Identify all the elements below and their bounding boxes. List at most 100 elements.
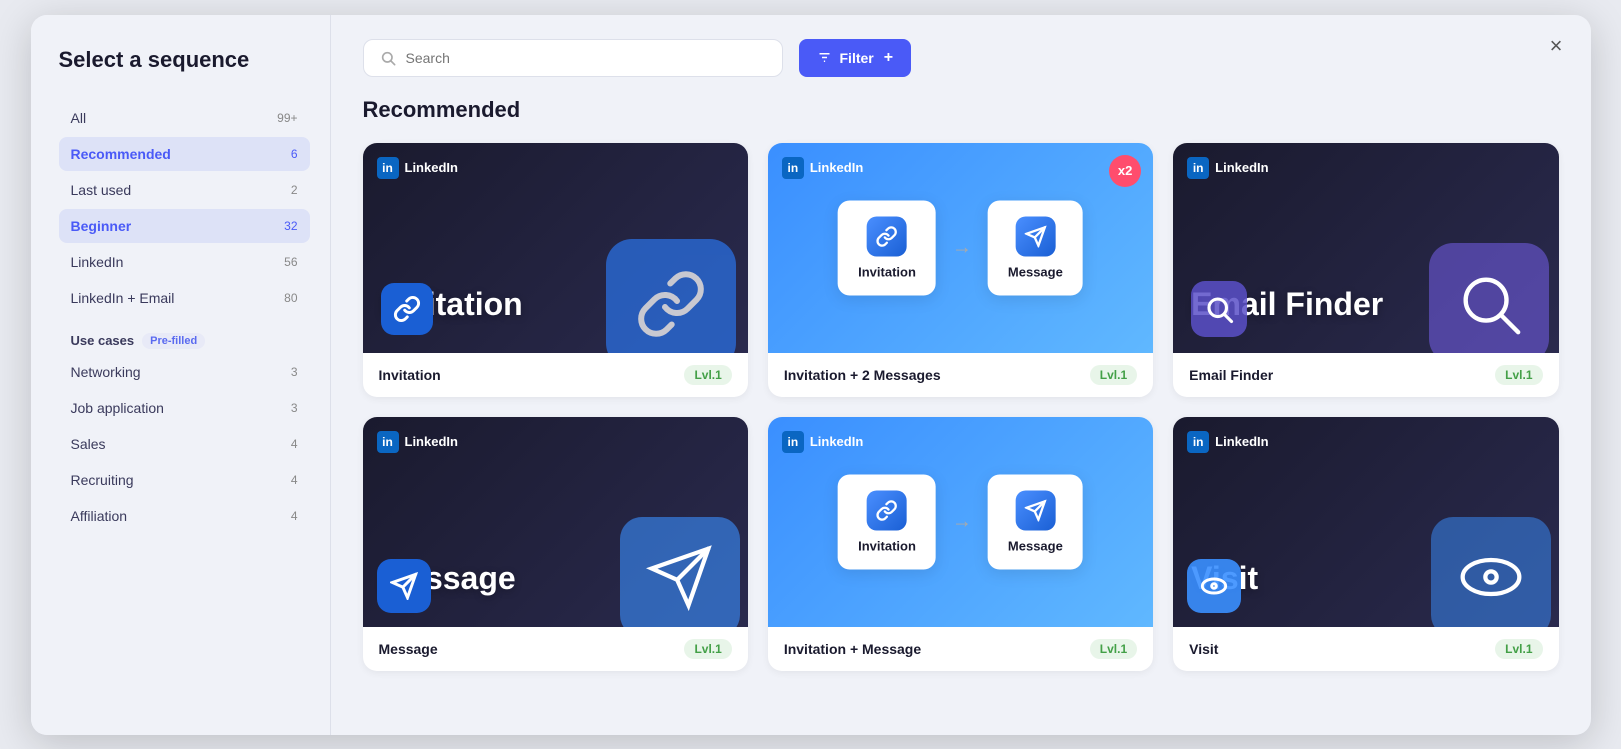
linkedin-label-5: LinkedIn	[810, 434, 863, 449]
step-card-message-2: Message	[988, 474, 1083, 569]
sidebar-item-affiliation[interactable]: Affiliation 4	[59, 499, 310, 533]
search-icon	[380, 50, 396, 66]
linkedin-icon-3: in	[1187, 157, 1209, 179]
sidebar-item-networking-label: Networking	[71, 364, 141, 380]
step-icon-message-2	[1015, 490, 1055, 530]
sidebar-item-linkedin-email-label: LinkedIn + Email	[71, 290, 175, 306]
linkedin-icon: in	[377, 157, 399, 179]
card-invitation-image: in LinkedIn Invitation	[363, 143, 748, 353]
step-card-message: Message	[988, 200, 1083, 295]
linkedin-tag-invmsg: in LinkedIn	[782, 431, 863, 453]
sidebar-item-beginner-count: 32	[284, 219, 297, 233]
search-box[interactable]	[363, 39, 783, 77]
search-input[interactable]	[406, 50, 766, 66]
sidebar-item-recommended[interactable]: Recommended 6	[59, 137, 310, 171]
sidebar-item-networking[interactable]: Networking 3	[59, 355, 310, 389]
step-icon-message	[1015, 216, 1055, 256]
sidebar-item-linkedin-count: 56	[284, 255, 297, 269]
sidebar-item-job-application[interactable]: Job application 3	[59, 391, 310, 425]
linkedin-icon-6: in	[1187, 431, 1209, 453]
chain-icon-small	[381, 283, 433, 335]
card-invitation-message[interactable]: in LinkedIn Invitation →	[768, 417, 1153, 671]
sidebar-item-recruiting-label: Recruiting	[71, 472, 134, 488]
card-invmsg-name: Invitation + Message	[784, 641, 921, 657]
modal: Select a sequence All 99+ Recommended 6 …	[31, 15, 1591, 735]
card-visit-level: Lvl.1	[1495, 639, 1542, 659]
email-finder-icon-large	[1429, 243, 1549, 353]
close-button[interactable]: ×	[1550, 35, 1563, 57]
linkedin-tag-invitation: in LinkedIn	[377, 157, 458, 179]
card-inv2msg-name: Invitation + 2 Messages	[784, 367, 941, 383]
card-inv2msg-level: Lvl.1	[1090, 365, 1137, 385]
step-icon-invitation-2	[867, 490, 907, 530]
card-invmsg-image: in LinkedIn Invitation →	[768, 417, 1153, 627]
card-invitation[interactable]: in LinkedIn Invitation Invitation Lvl	[363, 143, 748, 397]
sidebar-item-sales[interactable]: Sales 4	[59, 427, 310, 461]
message-icon-large	[620, 517, 740, 627]
sidebar: Select a sequence All 99+ Recommended 6 …	[31, 15, 331, 735]
card-visit[interactable]: in LinkedIn Visit Visit Lvl.1	[1173, 417, 1558, 671]
card-email-level: Lvl.1	[1495, 365, 1542, 385]
sidebar-item-last-used[interactable]: Last used 2	[59, 173, 310, 207]
linkedin-tag-email: in LinkedIn	[1187, 157, 1268, 179]
linkedin-icon-4: in	[377, 431, 399, 453]
linkedin-tag-inv2msg: in LinkedIn	[782, 157, 863, 179]
sidebar-item-linkedin-email[interactable]: LinkedIn + Email 80	[59, 281, 310, 315]
card-email-name: Email Finder	[1189, 367, 1273, 383]
linkedin-label-3: LinkedIn	[1215, 160, 1268, 175]
card-inv2msg-image: in LinkedIn x2 Invitation →	[768, 143, 1153, 353]
sidebar-item-beginner-label: Beginner	[71, 218, 132, 234]
card-invitation-name: Invitation	[379, 367, 441, 383]
linkedin-tag-visit: in LinkedIn	[1187, 431, 1268, 453]
main-content: Filter + Recommended in LinkedIn Invitat…	[331, 15, 1591, 735]
step-card-invitation: Invitation	[838, 200, 936, 295]
visit-icon-large	[1431, 517, 1551, 627]
step-message-label: Message	[1008, 264, 1063, 279]
sidebar-item-recommended-count: 6	[291, 147, 298, 161]
linkedin-label-6: LinkedIn	[1215, 434, 1268, 449]
card-email-image: in LinkedIn Email Finder	[1173, 143, 1558, 353]
card-email-finder[interactable]: in LinkedIn Email Finder Email Finder Lv…	[1173, 143, 1558, 397]
use-cases-section: Use cases Pre-filled	[71, 333, 310, 349]
sidebar-item-all-label: All	[71, 110, 87, 126]
pre-filled-badge: Pre-filled	[142, 333, 205, 349]
card-invmsg-footer: Invitation + Message Lvl.1	[768, 627, 1153, 671]
sidebar-item-linkedin[interactable]: LinkedIn 56	[59, 245, 310, 279]
two-step-container-2: Invitation → Message	[838, 474, 1083, 569]
linkedin-icon-2: in	[782, 157, 804, 179]
sidebar-item-recruiting[interactable]: Recruiting 4	[59, 463, 310, 497]
two-step-container: Invitation → Message	[838, 200, 1083, 295]
filter-button[interactable]: Filter +	[799, 39, 912, 77]
chain-icon-large	[606, 239, 736, 353]
card-inv2msg-footer: Invitation + 2 Messages Lvl.1	[768, 353, 1153, 397]
card-message-name: Message	[379, 641, 438, 657]
card-message[interactable]: in LinkedIn Message Message Lvl.1	[363, 417, 748, 671]
visit-icon-small	[1187, 559, 1241, 613]
sidebar-item-linkedin-label: LinkedIn	[71, 254, 124, 270]
x2-badge: x2	[1109, 155, 1141, 187]
sidebar-item-networking-count: 3	[291, 365, 298, 379]
card-message-image: in LinkedIn Message	[363, 417, 748, 627]
card-invitation-2-messages[interactable]: in LinkedIn x2 Invitation →	[768, 143, 1153, 397]
sidebar-item-job-application-count: 3	[291, 401, 298, 415]
sidebar-item-beginner[interactable]: Beginner 32	[59, 209, 310, 243]
step-invitation-label-2: Invitation	[858, 538, 916, 553]
linkedin-label: LinkedIn	[405, 160, 458, 175]
sidebar-item-all[interactable]: All 99+	[59, 101, 310, 135]
card-visit-image: in LinkedIn Visit	[1173, 417, 1558, 627]
step-invitation-label: Invitation	[858, 264, 916, 279]
card-invitation-footer: Invitation Lvl.1	[363, 353, 748, 397]
card-message-footer: Message Lvl.1	[363, 627, 748, 671]
sidebar-item-sales-label: Sales	[71, 436, 106, 452]
sidebar-title: Select a sequence	[59, 47, 310, 73]
step-card-invitation-2: Invitation	[838, 474, 936, 569]
sidebar-item-all-count: 99+	[277, 111, 297, 125]
sidebar-item-recommended-label: Recommended	[71, 146, 171, 162]
linkedin-tag-message: in LinkedIn	[377, 431, 458, 453]
email-finder-icon-small	[1191, 281, 1247, 337]
card-visit-name: Visit	[1189, 641, 1218, 657]
cards-grid: in LinkedIn Invitation Invitation Lvl	[363, 143, 1559, 671]
sidebar-item-last-used-count: 2	[291, 183, 298, 197]
card-message-level: Lvl.1	[684, 639, 731, 659]
sidebar-item-sales-count: 4	[291, 437, 298, 451]
